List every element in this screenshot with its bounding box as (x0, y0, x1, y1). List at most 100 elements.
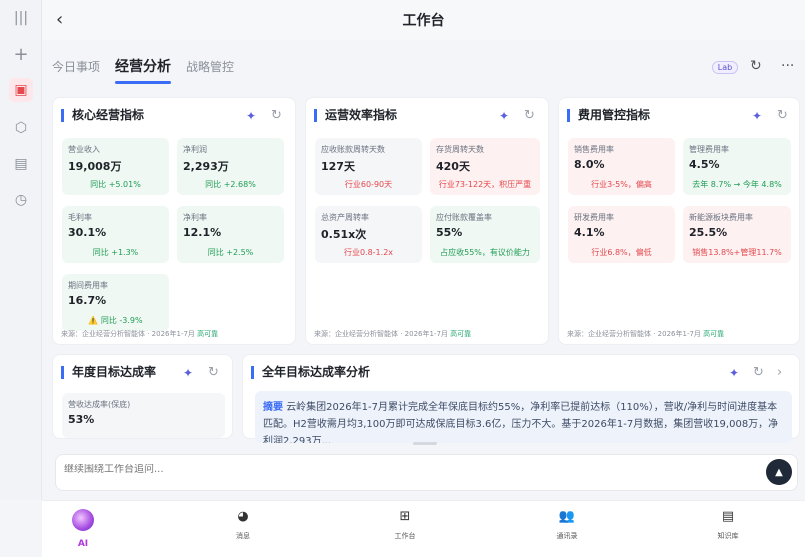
tab-strategy[interactable]: 战略管控 (186, 54, 234, 84)
metric-change: 同比 +5.01% (90, 180, 141, 189)
metric-tile[interactable]: 净利润 2,293万 同比 +2.68% (177, 138, 284, 195)
send-icon[interactable]: ▲ (766, 459, 792, 485)
refresh-icon[interactable]: ↻ (208, 365, 219, 380)
metric-value: 12.1% (183, 226, 222, 239)
plus-icon[interactable]: + (9, 42, 33, 66)
metric-label: 管理费用率 (689, 145, 729, 154)
nav-label: 通讯录 (556, 532, 578, 540)
tab-today[interactable]: 今日事项 (52, 54, 100, 84)
metric-tile[interactable]: 销售费用率 8.0% 行业3-5%，偏高 (568, 138, 675, 195)
metric-value: 2,293万 (183, 160, 229, 173)
cost-control-card: 费用管控指标 ✦ ↻ 销售费用率 8.0% 行业3-5%，偏高 管理费用率 4.… (558, 97, 800, 345)
metric-value: 127天 (321, 160, 355, 173)
lab-badge[interactable]: Lab (712, 61, 738, 74)
more-icon[interactable]: ··· (781, 58, 794, 74)
metric-benchmark: 行业60-90天 (344, 180, 393, 189)
metric-label: 净利率 (183, 213, 207, 222)
nav-contacts[interactable]: 👥 通讯录 (542, 509, 592, 541)
metric-label: 新能源板块费用率 (689, 213, 753, 222)
header: ‹ 工作台 (42, 0, 805, 40)
followup-input-box (55, 454, 798, 491)
ai-orb-icon (72, 509, 94, 531)
chevron-right-icon[interactable]: › (777, 365, 782, 380)
metric-tile[interactable]: 应付账款覆盖率 55% 占应收55%，有议价能力 (430, 206, 540, 263)
metric-label: 研发费用率 (574, 213, 614, 222)
refresh-icon[interactable]: ↻ (750, 58, 762, 74)
briefcase-icon[interactable]: ▤ (9, 152, 33, 176)
sparkle-icon[interactable]: ✦ (752, 109, 762, 123)
metric-benchmark: 占应收55%，有议价能力 (440, 248, 530, 257)
metric-value: 16.7% (68, 294, 107, 307)
metric-tile[interactable]: 营业收入 19,008万 同比 +5.01% (62, 138, 169, 195)
metric-tile[interactable]: 新能源板块费用率 25.5% 销售13.8%+管理11.7% (683, 206, 791, 263)
metric-value: 19,008万 (68, 160, 122, 173)
summary-text: 云岭集团2026年1-7月累计完成全年保底目标约55%，净利率已提前达标（110… (263, 402, 779, 443)
nav-ai[interactable]: AI (58, 509, 108, 549)
metric-value: 53% (68, 413, 95, 426)
menu-icon[interactable]: ||| (9, 6, 33, 30)
left-sidebar: ||| + ▣ ⬡ ▤ ◷ (0, 0, 42, 500)
metric-benchmark: 去年 8.7% → 今年 4.8% (692, 180, 782, 189)
bottom-nav: AI ◕ 消息 ⊞ 工作台 👥 通讯录 ▤ 知识库 (42, 500, 805, 557)
card-title: 核心经营指标 (61, 109, 144, 122)
refresh-icon[interactable]: ↻ (271, 108, 282, 123)
history-icon[interactable]: ◷ (9, 188, 33, 212)
metric-label: 期间费用率 (68, 281, 108, 290)
metric-benchmark: 行业73-122天，积压严重 (438, 180, 532, 189)
page-title: 工作台 (402, 13, 445, 29)
metric-tile[interactable]: 毛利率 30.1% 同比 +1.3% (62, 206, 169, 263)
sparkle-icon[interactable]: ✦ (499, 109, 509, 123)
metric-change: 同比 +1.3% (92, 248, 139, 257)
metric-value: 420天 (436, 160, 470, 173)
metric-label: 销售费用率 (574, 145, 614, 154)
drag-handle[interactable] (413, 442, 437, 445)
metric-value: 55% (436, 226, 463, 239)
dashboard-icon[interactable]: ▣ (9, 78, 33, 102)
metric-tile[interactable]: 总资产周转率 0.51x次 行业0.8-1.2x (315, 206, 422, 263)
card-title: 费用管控指标 (567, 109, 650, 122)
metric-tile[interactable]: 期间费用率 16.7% ⚠️ 同比 -3.9% (62, 274, 169, 331)
card-title: 年度目标达成率 (61, 366, 156, 379)
source-note: 来源：企业经营分析智能体 · 2026年1-7月 高可靠 (61, 330, 219, 338)
followup-input[interactable] (64, 464, 754, 475)
metric-tile[interactable]: 净利率 12.1% 同比 +2.5% (177, 206, 284, 263)
metric-label: 应付账款覆盖率 (436, 213, 492, 222)
sparkle-icon[interactable]: ✦ (729, 366, 739, 380)
summary-box: 摘要 云岭集团2026年1-7月累计完成全年保底目标约55%，净利率已提前达标（… (255, 391, 792, 443)
metric-benchmark: 行业6.8%，偏低 (591, 248, 652, 257)
metric-tile[interactable]: 应收账款周转天数 127天 行业60-90天 (315, 138, 422, 195)
metric-label: 毛利率 (68, 213, 92, 222)
metric-value: 4.5% (689, 158, 720, 171)
metric-tile[interactable]: 营收达成率(保底) 53% (62, 393, 225, 438)
source-note: 来源：企业经营分析智能体 · 2026年1-7月 高可靠 (567, 330, 725, 338)
nav-label: 消息 (236, 532, 250, 540)
metric-label: 净利润 (183, 145, 207, 154)
refresh-icon[interactable]: ↻ (753, 365, 764, 380)
metric-change: 同比 +2.5% (207, 248, 254, 257)
metric-value: 0.51x次 (321, 228, 367, 241)
nav-workbench[interactable]: ⊞ 工作台 (380, 509, 430, 541)
message-icon: ◕ (237, 509, 249, 524)
metric-label: 营收达成率(保底) (68, 400, 131, 409)
metric-change: 同比 +2.68% (205, 180, 256, 189)
tab-bar: 今日事项 经营分析 战略管控 (52, 54, 249, 84)
refresh-icon[interactable]: ↻ (524, 108, 535, 123)
refresh-icon[interactable]: ↻ (777, 108, 788, 123)
metric-tile[interactable]: 研发费用率 4.1% 行业6.8%，偏低 (568, 206, 675, 263)
metric-benchmark: 销售13.8%+管理11.7% (692, 248, 782, 257)
metric-label: 应收账款周转天数 (321, 145, 385, 154)
source-note: 来源：企业经营分析智能体 · 2026年1-7月 高可靠 (314, 330, 472, 338)
sparkle-icon[interactable]: ✦ (246, 109, 256, 123)
nav-messages[interactable]: ◕ 消息 (218, 509, 268, 541)
metric-label: 营业收入 (68, 145, 100, 154)
nav-knowledge[interactable]: ▤ 知识库 (703, 509, 753, 541)
nav-label: 工作台 (394, 532, 416, 540)
metric-tile[interactable]: 存货周转天数 420天 行业73-122天，积压严重 (430, 138, 540, 195)
metric-value: 4.1% (574, 226, 605, 239)
metric-change: ⚠️ 同比 -3.9% (88, 316, 143, 325)
shapes-icon[interactable]: ⬡ (9, 116, 33, 140)
tab-business-analysis[interactable]: 经营分析 (115, 54, 172, 84)
nav-label: AI (77, 539, 89, 549)
sparkle-icon[interactable]: ✦ (183, 366, 193, 380)
metric-tile[interactable]: 管理费用率 4.5% 去年 8.7% → 今年 4.8% (683, 138, 791, 195)
